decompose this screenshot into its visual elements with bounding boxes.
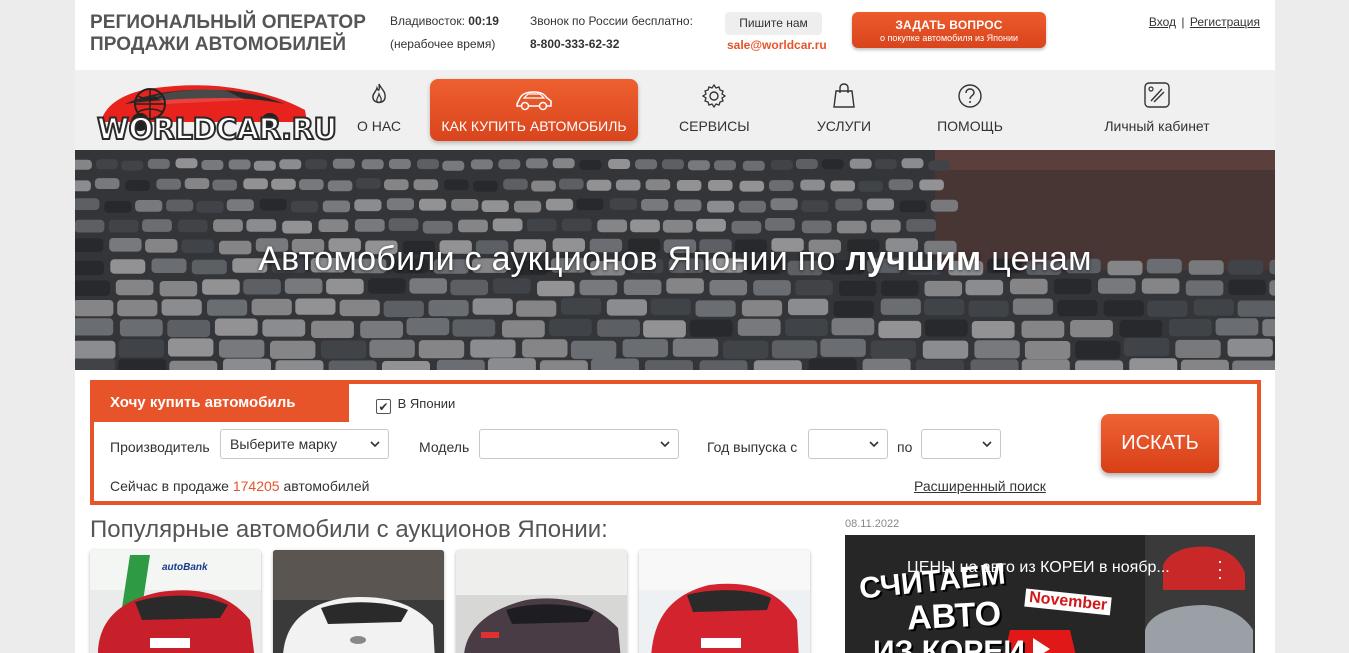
chevron-down-icon: [869, 441, 879, 448]
popular-car-4[interactable]: [639, 550, 810, 653]
maker-select[interactable]: Выберите марку: [220, 429, 389, 459]
car-photo: [639, 550, 810, 653]
popular-title: Популярные автомобили с аукционов Японии…: [90, 516, 608, 543]
chevron-down-icon: [660, 441, 670, 448]
hero-title-bold: лучшим: [845, 240, 982, 278]
question-icon: [958, 84, 982, 108]
popular-car-2[interactable]: [273, 550, 444, 653]
hero-banner: Автомобили с аукционов Японии по лучшим …: [75, 150, 1275, 370]
car-icon: [516, 91, 552, 111]
nav-cabinet-label: Личный кабинет: [1104, 118, 1210, 134]
model-label: Модель: [419, 439, 470, 455]
hero-title-part1: Автомобили с аукционов Японии по: [258, 240, 846, 278]
popular-car-1[interactable]: autoBank: [90, 550, 261, 653]
popular-car-3[interactable]: [456, 550, 627, 653]
search-tab[interactable]: Хочу купить автомобиль: [94, 384, 349, 422]
main-nav: WORLDCAR.RU О НАС КАК КУПИТЬ АВТОМОБИЛЬ: [75, 70, 1275, 150]
checkbox-check-icon: ✔: [376, 399, 391, 414]
city-time: Владивосток: 00:19 (нерабочее время): [390, 14, 499, 51]
city-label: Владивосток:: [390, 14, 465, 28]
sale-suffix: автомобилей: [283, 478, 370, 494]
hotline-label: Звонок по России бесплатно:: [530, 14, 693, 28]
in-japan-label: В Японии: [397, 396, 456, 411]
write-us-button[interactable]: Пишите нам: [725, 12, 822, 35]
chevron-down-icon: [982, 441, 992, 448]
ask-question-sublabel: о покупке автомобиля из Японии: [879, 33, 1018, 43]
year-from-label: Год выпуска с: [707, 439, 798, 455]
car-photo: [273, 550, 444, 653]
shopping-bag-icon: [833, 83, 855, 108]
model-select[interactable]: [479, 429, 679, 459]
video-embed[interactable]: СЧИТАЕМ АВТО November ИЗ КОРЕИ ЦЕНЫ на а…: [845, 535, 1255, 653]
year-to-select[interactable]: [921, 429, 1001, 459]
brand-title-line1: РЕГИОНАЛЬНЫЙ ОПЕРАТОР: [90, 12, 367, 33]
advanced-search-link[interactable]: Расширенный поиск: [914, 478, 1046, 494]
maker-label: Производитель: [110, 439, 210, 455]
maker-select-value: Выберите марку: [230, 436, 338, 452]
ask-question-label: ЗАДАТЬ ВОПРОС: [895, 18, 1003, 32]
search-button[interactable]: ИСКАТЬ: [1101, 414, 1219, 473]
cabinet-icon: [1144, 82, 1170, 108]
nav-offers-label: УСЛУГИ: [816, 118, 872, 134]
city-time-value: 00:19: [468, 14, 499, 28]
in-japan-checkbox[interactable]: ✔ В Японии: [376, 396, 455, 414]
nav-how-to-buy[interactable]: КАК КУПИТЬ АВТОМОБИЛЬ: [430, 79, 638, 141]
brand-title-line2: ПРОДАЖИ АВТОМОБИЛЕЙ: [90, 34, 347, 55]
gear-icon: [701, 83, 727, 109]
nav-help[interactable]: ПОМОЩЬ: [937, 80, 1003, 140]
more-options-icon[interactable]: · · ·: [1217, 552, 1223, 586]
year-from-select[interactable]: [808, 429, 888, 459]
phone-link[interactable]: 8-800-333-62-32: [530, 37, 619, 51]
nav-help-label: ПОМОЩЬ: [937, 118, 1003, 134]
video-overlay-line2: АВТО: [906, 594, 1003, 638]
sale-count: Сейчас в продаже 174205 автомобилей: [110, 478, 369, 494]
video-date: 08.11.2022: [845, 518, 900, 530]
search-panel: Хочу купить автомобиль ✔ В Японии Произв…: [90, 380, 1261, 505]
video-overlay-line3: ИЗ КОРЕИ: [873, 635, 1025, 653]
sale-count-value: 174205: [232, 478, 280, 494]
video-title[interactable]: ЦЕНЫ на авто из КОРЕИ в ноябр...: [907, 559, 1170, 577]
login-link[interactable]: Вход: [1149, 15, 1176, 29]
logo-text: WORLDCAR.RU: [96, 112, 338, 146]
nav-services[interactable]: СЕРВИСЫ: [679, 80, 750, 140]
auth-separator: |: [1181, 15, 1185, 29]
hero-title: Автомобили с аукционов Японии по лучшим …: [75, 240, 1275, 279]
nav-about[interactable]: О НАС: [353, 80, 405, 140]
nav-services-label: СЕРВИСЫ: [679, 118, 750, 134]
ask-question-button[interactable]: ЗАДАТЬ ВОПРОС о покупке автомобиля из Яп…: [852, 12, 1046, 48]
nav-cabinet[interactable]: Личный кабинет: [1101, 80, 1213, 140]
sale-prefix: Сейчас в продаже: [110, 478, 229, 494]
nav-offers[interactable]: УСЛУГИ: [815, 80, 873, 140]
email-link[interactable]: sale@worldcar.ru: [727, 38, 827, 52]
page: РЕГИОНАЛЬНЫЙ ОПЕРАТОР ПРОДАЖИ АВТОМОБИЛЕ…: [75, 0, 1275, 653]
auth-links: Вход | Регистрация: [1149, 15, 1260, 29]
hero-title-part2: ценам: [981, 240, 1092, 278]
car-photo: [456, 550, 627, 653]
fire-icon: [372, 83, 386, 104]
chevron-down-icon: [370, 441, 380, 448]
year-to-label: по: [897, 439, 913, 455]
register-link[interactable]: Регистрация: [1190, 15, 1260, 29]
site-logo[interactable]: WORLDCAR.RU: [95, 74, 338, 146]
top-bar: РЕГИОНАЛЬНЫЙ ОПЕРАТОР ПРОДАЖИ АВТОМОБИЛЕ…: [75, 0, 1275, 70]
nav-about-label: О НАС: [356, 118, 402, 134]
city-note: (нерабочее время): [390, 37, 496, 51]
brand-title: РЕГИОНАЛЬНЫЙ ОПЕРАТОР ПРОДАЖИ АВТОМОБИЛЕ…: [90, 12, 366, 56]
nav-how-to-buy-label: КАК КУПИТЬ АВТОМОБИЛЬ: [441, 118, 627, 134]
car-photo-sign: autoBank: [162, 562, 208, 573]
hotline: Звонок по России бесплатно: 8-800-333-62…: [530, 14, 693, 51]
